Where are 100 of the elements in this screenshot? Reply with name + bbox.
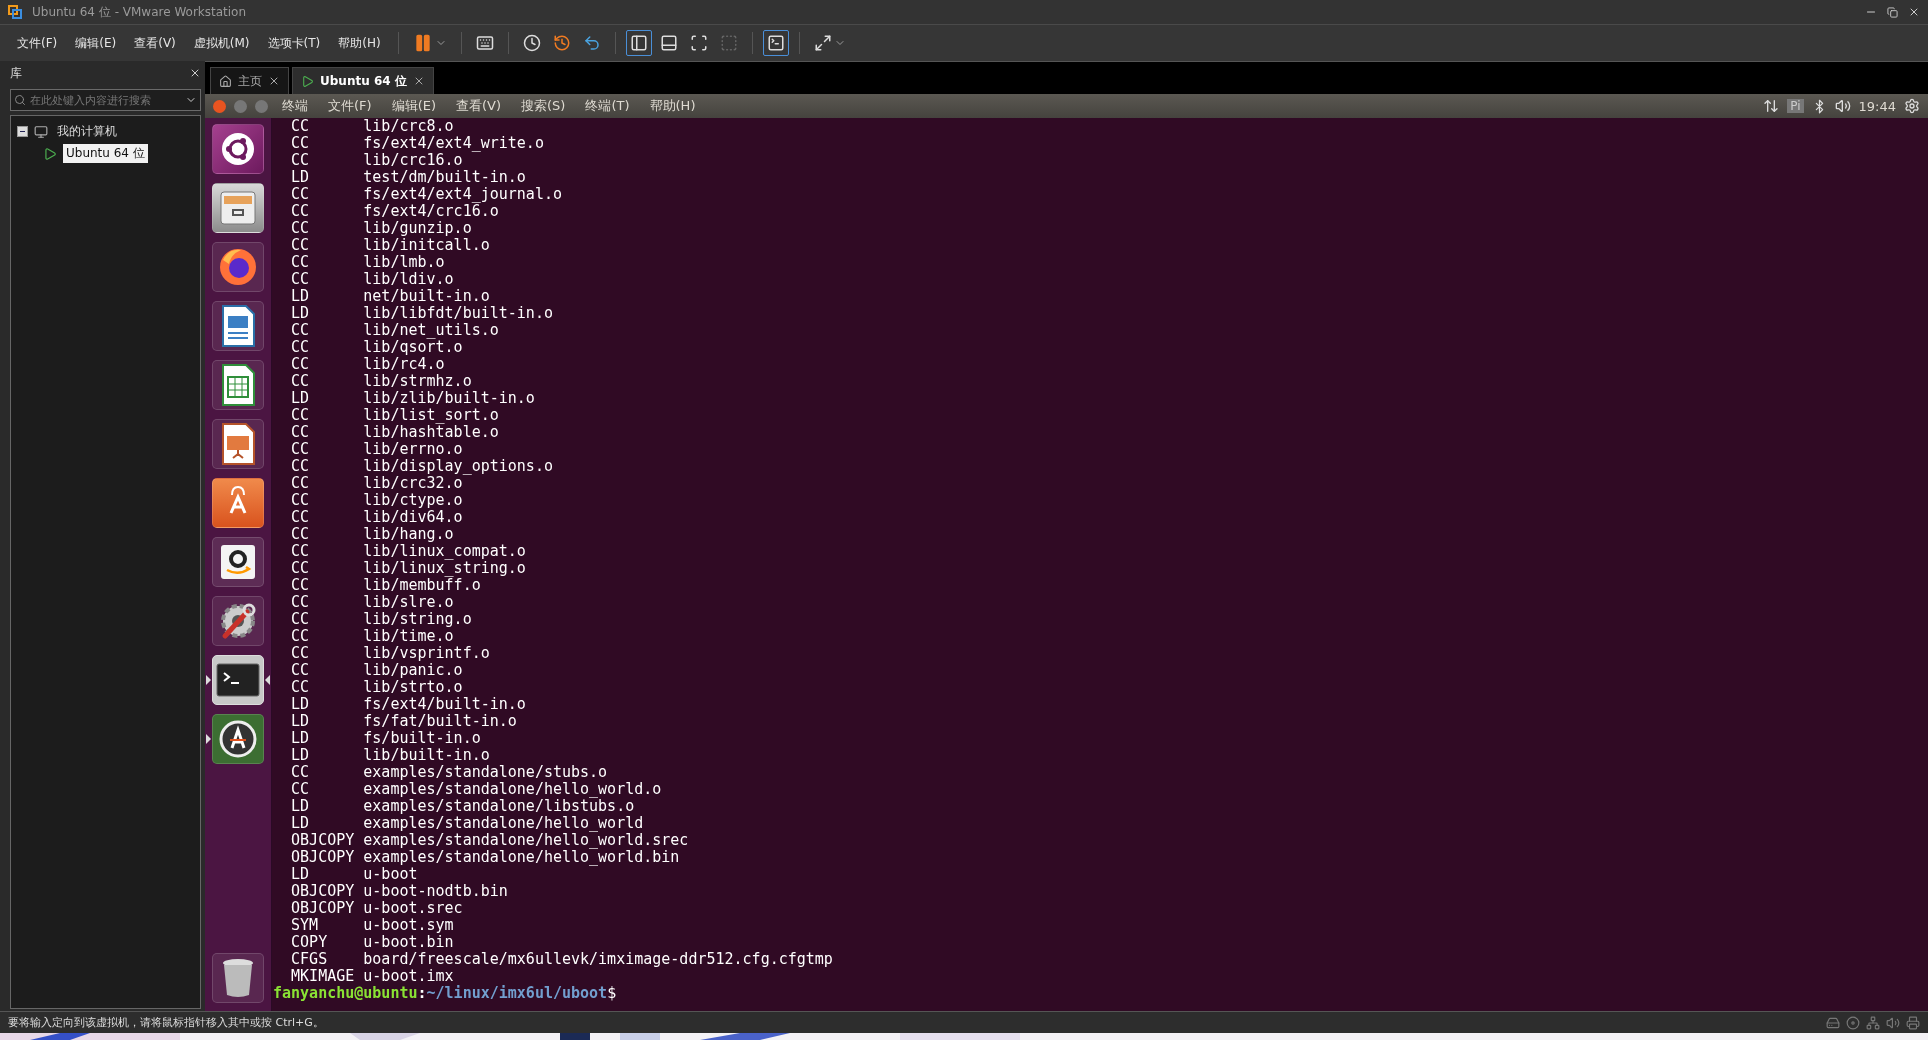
frame-corners-icon (689, 34, 708, 52)
terminal-line: CC lib/errno.o (290, 441, 463, 458)
menu-item[interactable]: 编辑(E) (68, 30, 124, 56)
volume-icon[interactable] (1834, 98, 1851, 114)
terminal-line: LD net/built-in.o (290, 288, 490, 305)
terminal-line: CC lib/hang.o (290, 526, 454, 543)
terminal-line: CC lib/strto.o (290, 679, 463, 696)
library-title: 库 (10, 64, 22, 82)
undo-arrow-icon (582, 34, 601, 52)
terminal-line: CC lib/net_utils.o (290, 322, 499, 339)
terminal-line: CC lib/initcall.o (290, 237, 490, 254)
terminal-line: CC lib/vsprintf.o (290, 645, 490, 662)
terminal-line: CC lib/ctype.o (290, 492, 463, 509)
clock[interactable]: 19:44 (1858, 98, 1896, 114)
terminal-line: MKIMAGE u-boot.imx (290, 968, 454, 985)
sidebar-view-button[interactable] (625, 30, 652, 56)
menu-item[interactable]: 终端 (276, 97, 314, 115)
ubuntu-logo-icon (220, 131, 256, 167)
terminal-line: CC lib/div64.o (290, 509, 463, 526)
terminal-line: LD fs/ext4/built-in.o (290, 696, 526, 713)
terminal-line: SYM u-boot.sym (290, 917, 454, 934)
menu-item[interactable]: 终端(T) (579, 97, 636, 115)
terminal-line: LD lib/built-in.o (290, 747, 490, 764)
vm-play-icon (43, 146, 57, 161)
terminal-icon (216, 663, 260, 697)
terminal-line: CC lib/crc8.o (290, 118, 454, 135)
terminal-line: CC lib/panic.o (290, 662, 463, 679)
speaker-icon[interactable] (1886, 1015, 1900, 1030)
menu-item[interactable]: 查看(V) (450, 97, 508, 115)
console-button[interactable] (762, 30, 789, 56)
terminal-line: CC lib/lmb.o (290, 254, 445, 271)
terminal-line: CC lib/string.o (290, 611, 472, 628)
terminal-line: CC lib/strmhz.o (290, 373, 472, 390)
terminal-line: CC lib/slre.o (290, 594, 454, 611)
terminal-line: LD fs/built-in.o (290, 730, 481, 747)
menu-item[interactable]: 编辑(E) (385, 97, 442, 115)
terminal-line: CC lib/hashtable.o (290, 424, 499, 441)
terminal-line: LD fs/fat/built-in.o (290, 713, 517, 730)
trash-icon (220, 957, 256, 999)
terminal-line: OBJCOPY examples/standalone/hello_world.srec (290, 832, 689, 849)
terminal-line: CC lib/display_options.o (290, 458, 553, 475)
search-input[interactable]: 在此处键入内容进行搜索 (30, 94, 181, 106)
prompt-line: fanyanchu@ubuntu:~/linux/imx6ul/uboot$ (273, 985, 617, 1002)
tab[interactable]: Ubuntu 64 位 (292, 67, 434, 94)
status-text: 要将输入定向到该虚拟机，请将鼠标指针移入其中或按 Ctrl+G。 (8, 1015, 325, 1030)
history-icon (552, 34, 571, 52)
terminal-line: CC lib/linux_compat.o (290, 543, 526, 560)
terminal-line: CC fs/ext4/crc16.o (290, 203, 499, 220)
menu-item[interactable]: 选项卡(T) (260, 30, 328, 56)
disc-icon[interactable] (1846, 1015, 1860, 1030)
terminal-line: CC lib/crc16.o (290, 152, 463, 169)
close-icon[interactable] (189, 67, 201, 79)
terminal-line: CC lib/crc32.o (290, 475, 463, 492)
app-logo-icon (8, 5, 22, 19)
tab-label: Ubuntu 64 位 (320, 72, 407, 90)
window-title: Ubuntu 64 位 - VMware Workstation (32, 3, 248, 21)
menu-item[interactable]: 文件(F) (322, 97, 378, 115)
menu-item[interactable]: 帮助(H) (643, 97, 702, 115)
tab[interactable]: 主页 (210, 67, 289, 94)
terminal-line: CC lib/linux_string.o (290, 560, 526, 577)
fox-globe-icon (217, 246, 259, 288)
tab-label: 主页 (238, 72, 262, 90)
restore-icon[interactable] (1887, 6, 1898, 18)
tree-item[interactable]: Ubuntu 64 位 (63, 144, 148, 163)
terminal-line: LD lib/zlib/built-in.o (290, 390, 535, 407)
keyboard-icon (475, 34, 494, 52)
expand-toggle[interactable] (17, 126, 28, 137)
menu-item[interactable]: 文件(F) (10, 30, 65, 56)
menu-item[interactable]: 搜索(S) (515, 97, 572, 115)
network-arrows-icon[interactable] (1763, 98, 1780, 114)
terminal-line: CC lib/ldiv.o (290, 271, 454, 288)
terminal-line: OBJCOPY u-boot.srec (290, 900, 463, 917)
trash-button[interactable] (212, 953, 264, 1003)
terminal-line: COPY u-boot.bin (290, 934, 454, 951)
terminal-line: CC lib/qsort.o (290, 339, 463, 356)
search-bar[interactable]: 在此处键入内容进行搜索 (10, 89, 201, 111)
close-icon[interactable] (268, 75, 280, 87)
terminal-line: LD u-boot (290, 866, 418, 883)
close-icon[interactable] (1908, 6, 1920, 18)
network-icon[interactable] (1866, 1015, 1880, 1030)
terminal-line: LD lib/libfdt/built-in.o (290, 305, 553, 322)
menu-item[interactable]: 帮助(H) (331, 30, 388, 56)
terminal-line: LD examples/standalone/hello_world (290, 815, 644, 832)
terminal-line: LD test/dm/built-in.o (290, 169, 526, 186)
file-cabinet-icon (218, 188, 258, 228)
terminal-line: OBJCOPY u-boot-nodtb.bin (290, 883, 508, 900)
close-window-button[interactable] (213, 99, 226, 113)
settings-icon[interactable] (1904, 98, 1920, 114)
left-panel-icon (629, 34, 648, 52)
terminal-line: CC lib/list_sort.o (290, 407, 499, 424)
printer-icon[interactable] (1906, 1015, 1920, 1030)
tree-item[interactable]: 我的计算机 (54, 122, 120, 141)
terminal-line: OBJCOPY examples/standalone/hello_world.bin (290, 849, 680, 866)
home-icon (219, 74, 232, 88)
terminal-line: CC lib/rc4.o (290, 356, 445, 373)
menu-item[interactable]: 虚拟机(M) (186, 30, 257, 56)
launcher-item[interactable] (212, 655, 264, 705)
vm-play-icon (301, 74, 314, 88)
menu-item[interactable]: 查看(V) (127, 30, 183, 56)
bottom-panel-icon (659, 34, 678, 52)
